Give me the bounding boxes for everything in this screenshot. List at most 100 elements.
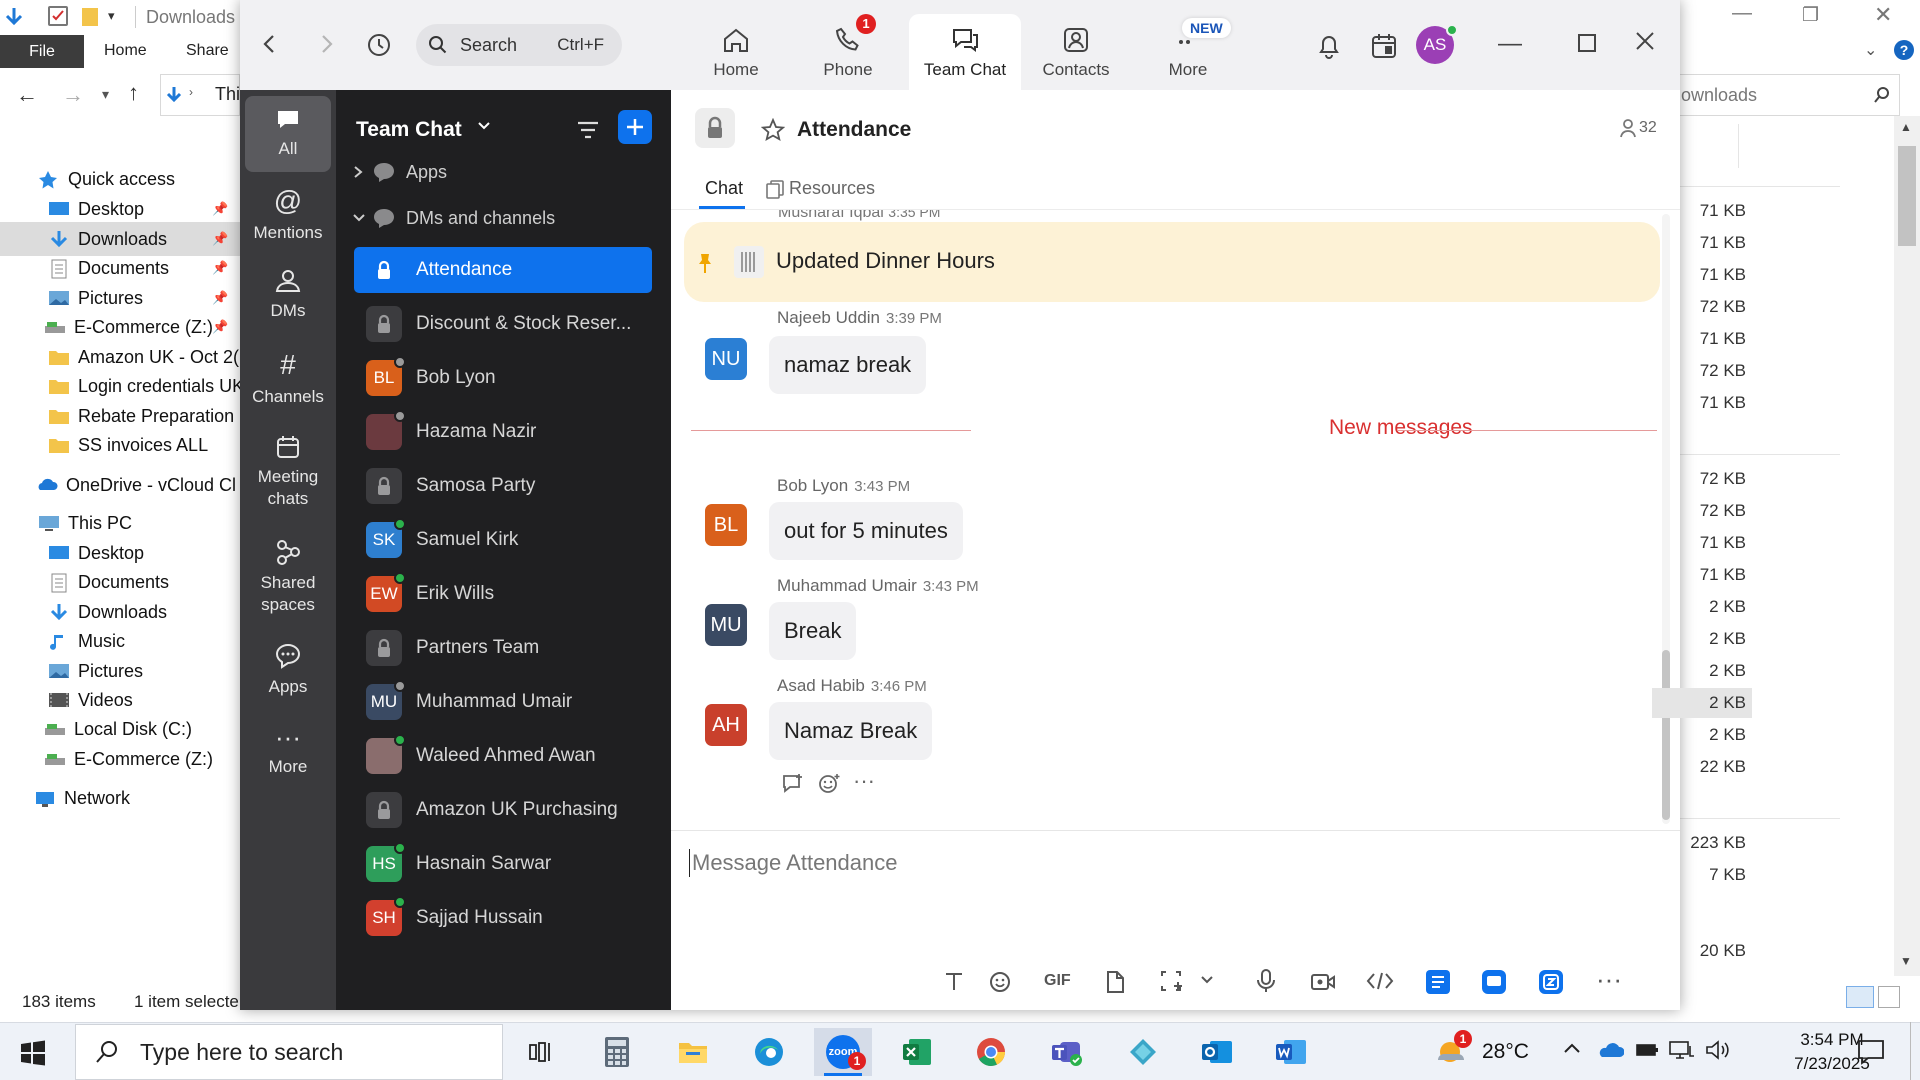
docs-app-icon[interactable] (1426, 970, 1450, 994)
channel-list-item[interactable]: HS Hasnain Sarwar (354, 841, 652, 887)
volume-tray-icon[interactable] (1704, 1038, 1732, 1062)
back-arrow-icon[interactable]: ← (16, 82, 38, 108)
message-sender[interactable]: Muhammad Umair 3:43 PM (777, 576, 979, 596)
file-attach-icon[interactable] (1104, 970, 1126, 994)
forward-arrow-icon[interactable]: → (62, 82, 84, 108)
channel-list-item[interactable]: MU Muhammad Umair (354, 679, 652, 725)
forward-chevron-icon[interactable] (320, 34, 334, 54)
explorer-restore-button[interactable]: ❐ (1802, 4, 1819, 27)
teams-app-icon[interactable] (1038, 1028, 1096, 1076)
message-input[interactable]: Message Attendance (689, 849, 1649, 899)
file-size-cell[interactable]: 7 KB (1652, 860, 1752, 890)
nav-tree-item[interactable]: OneDrive - vCloud Cl (0, 468, 240, 502)
recent-locations-icon[interactable]: ▾ (102, 86, 109, 103)
ribbon-file-tab[interactable]: File (0, 35, 84, 68)
outlook-app-icon[interactable] (1188, 1028, 1246, 1076)
screenshot-icon[interactable] (1158, 968, 1184, 994)
emoji-icon[interactable] (988, 970, 1012, 994)
channel-list-item[interactable]: EW Erik Wills (354, 571, 652, 617)
file-size-cell[interactable]: 2 KB (1652, 592, 1752, 622)
rail-mentions[interactable]: @ Mentions (245, 186, 331, 256)
tab-resources[interactable]: Resources (765, 178, 875, 199)
tab-team-chat[interactable]: Team Chat (909, 14, 1021, 90)
message-sender[interactable]: Najeeb Uddin 3:39 PM (777, 308, 942, 328)
tab-home[interactable]: Home (680, 14, 792, 90)
channel-list-item[interactable]: Attendance (354, 247, 652, 293)
nav-tree-item[interactable]: Desktop 📌 (0, 192, 240, 226)
rail-meeting-chats[interactable]: Meeting chats (245, 434, 331, 524)
zoom-search-input[interactable]: Search Ctrl+F (416, 24, 622, 66)
ribbon-share-tab[interactable]: Share (186, 42, 229, 60)
chevron-down-icon[interactable] (476, 118, 492, 134)
file-size-cell[interactable]: 2 KB (1652, 656, 1752, 686)
file-size-cell[interactable]: 71 KB (1652, 388, 1752, 418)
reply-thread-icon[interactable] (781, 772, 805, 794)
nav-tree-item[interactable]: This PC (0, 506, 240, 540)
list-title[interactable]: Team Chat (356, 118, 462, 142)
file-size-cell[interactable]: 2 KB (1652, 720, 1752, 750)
nav-tree-item[interactable]: Login credentials UK (0, 369, 240, 403)
nav-tree-item[interactable]: Documents 📌 (0, 251, 240, 285)
microphone-icon[interactable] (1256, 968, 1276, 994)
file-size-cell[interactable]: 22 KB (1652, 752, 1752, 782)
message-bubble[interactable]: Break (769, 602, 857, 660)
weather-icon[interactable]: 1 (1434, 1030, 1472, 1068)
task-view-icon[interactable] (512, 1028, 570, 1076)
message-avatar[interactable]: NU (705, 338, 747, 380)
nav-tree-item[interactable]: Local Disk (C:) (0, 712, 240, 746)
tab-chat[interactable]: Chat (705, 178, 743, 199)
channel-list-item[interactable]: SK Samuel Kirk (354, 517, 652, 563)
notifications-bell-icon[interactable] (1316, 32, 1342, 60)
channel-list-item[interactable]: Waleed Ahmed Awan (354, 733, 652, 779)
clips-app-icon[interactable] (1539, 970, 1563, 994)
show-hidden-icons-chevron-icon[interactable] (1562, 1040, 1582, 1056)
channel-title[interactable]: Attendance (797, 118, 911, 142)
onedrive-tray-icon[interactable] (1596, 1040, 1624, 1060)
message-avatar[interactable]: BL (705, 504, 747, 546)
screenshot-options-chevron-icon[interactable] (1200, 974, 1214, 986)
rail-more[interactable]: ··· More (245, 724, 331, 794)
large-icons-view-icon[interactable] (1878, 986, 1900, 1008)
message-bubble[interactable]: out for 5 minutes (769, 502, 963, 560)
explorer-scrollbar[interactable]: ▲ ▼ (1894, 116, 1920, 976)
composer-more-icon[interactable]: ··· (1596, 964, 1622, 995)
show-desktop-button[interactable] (1910, 1022, 1920, 1080)
rail-dms[interactable]: DMs (245, 268, 331, 338)
nav-tree-item[interactable]: E-Commerce (Z:) (0, 742, 240, 776)
file-size-cell[interactable]: 72 KB (1652, 292, 1752, 322)
nav-tree-item[interactable]: Quick access (0, 162, 240, 196)
file-size-cell[interactable]: 71 KB (1652, 260, 1752, 290)
temperature-text[interactable]: 28°C (1482, 1040, 1529, 1064)
network-tray-icon[interactable] (1668, 1038, 1696, 1062)
nav-tree-item[interactable]: SS invoices ALL (0, 428, 240, 462)
file-size-cell[interactable]: 20 KB (1652, 936, 1752, 966)
zoom-maximize-button[interactable] (1578, 34, 1596, 52)
message-avatar[interactable]: AH (705, 704, 747, 746)
message-bubble[interactable]: namaz break (769, 336, 927, 394)
rail-all[interactable]: All (245, 96, 331, 172)
message-avatar[interactable]: MU (705, 604, 747, 646)
explorer-search-field[interactable]: ownloads (1676, 74, 1900, 116)
file-size-cell[interactable]: 71 KB (1652, 528, 1752, 558)
explorer-close-button[interactable]: ✕ (1874, 2, 1892, 28)
nav-tree-item[interactable]: E-Commerce (Z:) 📌 (0, 310, 240, 344)
notification-center-icon[interactable] (1856, 1038, 1886, 1066)
message-bubble[interactable]: Namaz Break (769, 702, 933, 760)
tab-contacts[interactable]: Contacts (1020, 14, 1132, 90)
gif-button[interactable]: GIF (1044, 972, 1071, 990)
message-more-icon[interactable]: ··· (853, 768, 875, 794)
text-format-icon[interactable] (943, 970, 965, 992)
channel-list-item[interactable]: Amazon UK Purchasing (354, 787, 652, 833)
address-field[interactable]: › Thi (160, 74, 240, 116)
details-view-icon[interactable] (1846, 986, 1874, 1008)
zoom-minimize-button[interactable]: — (1498, 30, 1522, 58)
file-size-cell[interactable]: 71 KB (1652, 196, 1752, 226)
message-sender[interactable]: Asad Habib 3:46 PM (777, 676, 927, 696)
channel-list-item[interactable]: Partners Team (354, 625, 652, 671)
quick-access-dropdown-icon[interactable]: ▾ (108, 8, 115, 24)
file-size-cell[interactable]: 223 KB (1652, 828, 1752, 858)
file-size-cell[interactable]: 72 KB (1652, 464, 1752, 494)
file-explorer-app-icon[interactable] (664, 1028, 722, 1076)
channel-list-item[interactable]: BL Bob Lyon (354, 355, 652, 401)
calendar-widget-icon[interactable] (1370, 32, 1398, 60)
